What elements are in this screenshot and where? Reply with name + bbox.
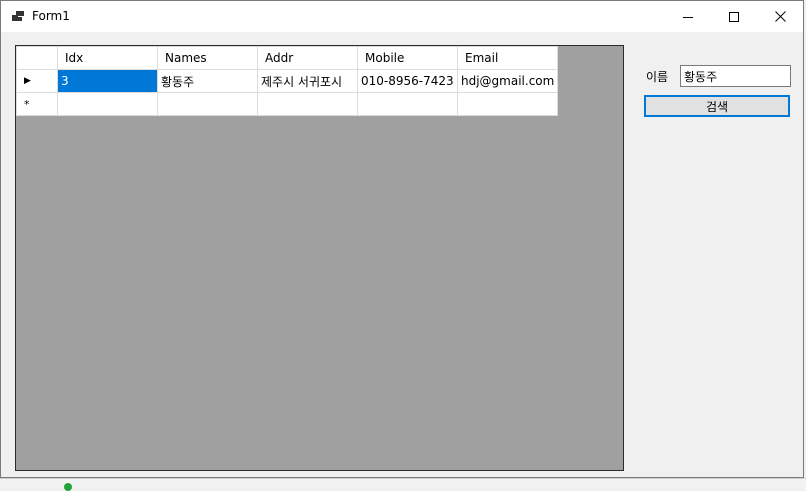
close-button[interactable]: [757, 1, 803, 32]
grid-corner-cell[interactable]: [16, 46, 58, 70]
column-header-row: Idx Names Addr Mobile Email: [16, 46, 558, 70]
window-title: Form1: [32, 9, 70, 23]
new-row-asterisk-icon: *: [24, 97, 30, 111]
maximize-button[interactable]: [711, 1, 757, 32]
cell-mobile[interactable]: 010-8956-7423: [357, 69, 458, 93]
title-bar[interactable]: Form1: [1, 1, 803, 32]
cell-email[interactable]: hdj@gmail.com: [457, 69, 558, 93]
column-header-idx[interactable]: Idx: [57, 46, 158, 70]
cell-idx[interactable]: 3: [57, 69, 158, 93]
app-window: Form1 Idx Names Addr Mobile Email ▶ 3 황동…: [0, 0, 804, 478]
minimize-button[interactable]: [665, 1, 711, 32]
app-icon: [12, 11, 24, 21]
name-input[interactable]: [680, 65, 791, 87]
new-cell-mobile[interactable]: [357, 92, 458, 116]
data-grid-table: Idx Names Addr Mobile Email ▶ 3 황동주 제주시 …: [16, 46, 558, 116]
new-cell-addr[interactable]: [257, 92, 358, 116]
table-row[interactable]: ▶ 3 황동주 제주시 서귀포시 010-8956-7423 hdj@gmail…: [16, 69, 558, 93]
name-label: 이름: [646, 70, 669, 84]
column-header-mobile[interactable]: Mobile: [357, 46, 458, 70]
new-cell-email[interactable]: [457, 92, 558, 116]
cell-names[interactable]: 황동주: [157, 69, 258, 93]
close-icon: [774, 11, 786, 22]
cell-addr[interactable]: 제주시 서귀포시: [257, 69, 358, 93]
status-dot-icon: [64, 483, 72, 491]
new-cell-names[interactable]: [157, 92, 258, 116]
minimize-icon: [683, 16, 693, 18]
column-header-names[interactable]: Names: [157, 46, 258, 70]
column-header-email[interactable]: Email: [457, 46, 558, 70]
column-header-addr[interactable]: Addr: [257, 46, 358, 70]
current-row-arrow-icon: ▶: [24, 76, 31, 86]
new-cell-idx[interactable]: [57, 92, 158, 116]
row-header-new[interactable]: *: [16, 92, 58, 116]
maximize-icon: [729, 11, 739, 22]
row-header-current[interactable]: ▶: [16, 69, 58, 93]
data-grid[interactable]: Idx Names Addr Mobile Email ▶ 3 황동주 제주시 …: [15, 45, 624, 471]
search-button[interactable]: 검색: [644, 95, 790, 117]
new-row[interactable]: *: [16, 92, 558, 116]
